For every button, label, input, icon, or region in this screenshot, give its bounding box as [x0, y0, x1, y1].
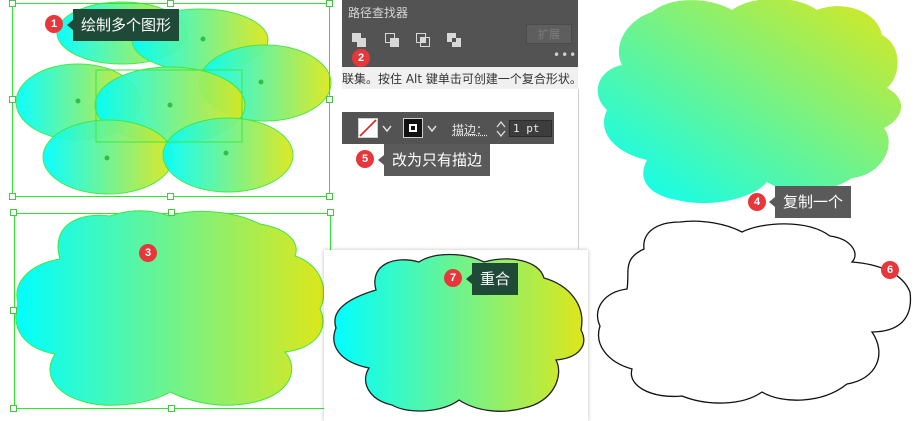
- selection-handle[interactable]: [327, 209, 334, 216]
- step7-callout: 重合: [465, 263, 519, 295]
- selection-handle[interactable]: [167, 193, 174, 200]
- step5-badge: 5: [356, 150, 374, 168]
- selection-handle[interactable]: [168, 405, 175, 412]
- copied-gradient-cloud[interactable]: [592, 0, 912, 210]
- step7-badge: 7: [444, 269, 462, 287]
- selection-handle[interactable]: [9, 193, 16, 200]
- selection-handle[interactable]: [167, 0, 174, 7]
- selection-handle[interactable]: [326, 0, 333, 7]
- fill-none-icon[interactable]: [358, 118, 378, 138]
- panel-menu-icon[interactable]: •••: [553, 48, 577, 62]
- selection-handle[interactable]: [10, 307, 17, 314]
- outline-cloud-shape[interactable]: [592, 214, 912, 414]
- step1-badge: 1: [45, 15, 63, 33]
- stroke-stepper-icon[interactable]: [496, 120, 506, 138]
- step2-badge: 2: [352, 49, 370, 67]
- stroke-label: 描边：: [452, 123, 489, 137]
- chevron-down-icon[interactable]: [427, 125, 437, 133]
- intersect-icon[interactable]: [416, 33, 430, 47]
- chevron-down-icon[interactable]: [382, 125, 392, 133]
- selection-handle[interactable]: [10, 405, 17, 412]
- selection-handle[interactable]: [326, 96, 333, 103]
- step4-badge: 4: [748, 193, 766, 211]
- expand-button[interactable]: 扩展: [526, 24, 572, 44]
- selection-handle[interactable]: [168, 209, 175, 216]
- tooltip: 联集。按住 Alt 键单击可创建一个复合形状。: [342, 67, 578, 90]
- stroke-swatch-icon[interactable]: [403, 118, 423, 138]
- stroke-weight-input[interactable]: 1 pt: [509, 120, 552, 137]
- step1-callout: 绘制多个图形: [66, 9, 180, 41]
- step6-badge: 6: [881, 261, 899, 279]
- selection-handle[interactable]: [9, 0, 16, 7]
- selection-handle[interactable]: [326, 193, 333, 200]
- unite-icon[interactable]: [352, 33, 366, 47]
- tooltip-text: 联集。按住 Alt 键单击可创建一个复合形状。: [342, 72, 578, 86]
- minus-front-icon[interactable]: [385, 33, 399, 47]
- exclude-icon[interactable]: [447, 33, 461, 47]
- step3-badge: 3: [139, 244, 157, 262]
- selection-handle[interactable]: [9, 96, 16, 103]
- selection-handle[interactable]: [10, 209, 17, 216]
- united-cloud-shape[interactable]: [0, 204, 340, 416]
- step5-callout: 改为只有描边: [377, 144, 491, 176]
- pathfinder-title: 路径查找器: [348, 6, 409, 20]
